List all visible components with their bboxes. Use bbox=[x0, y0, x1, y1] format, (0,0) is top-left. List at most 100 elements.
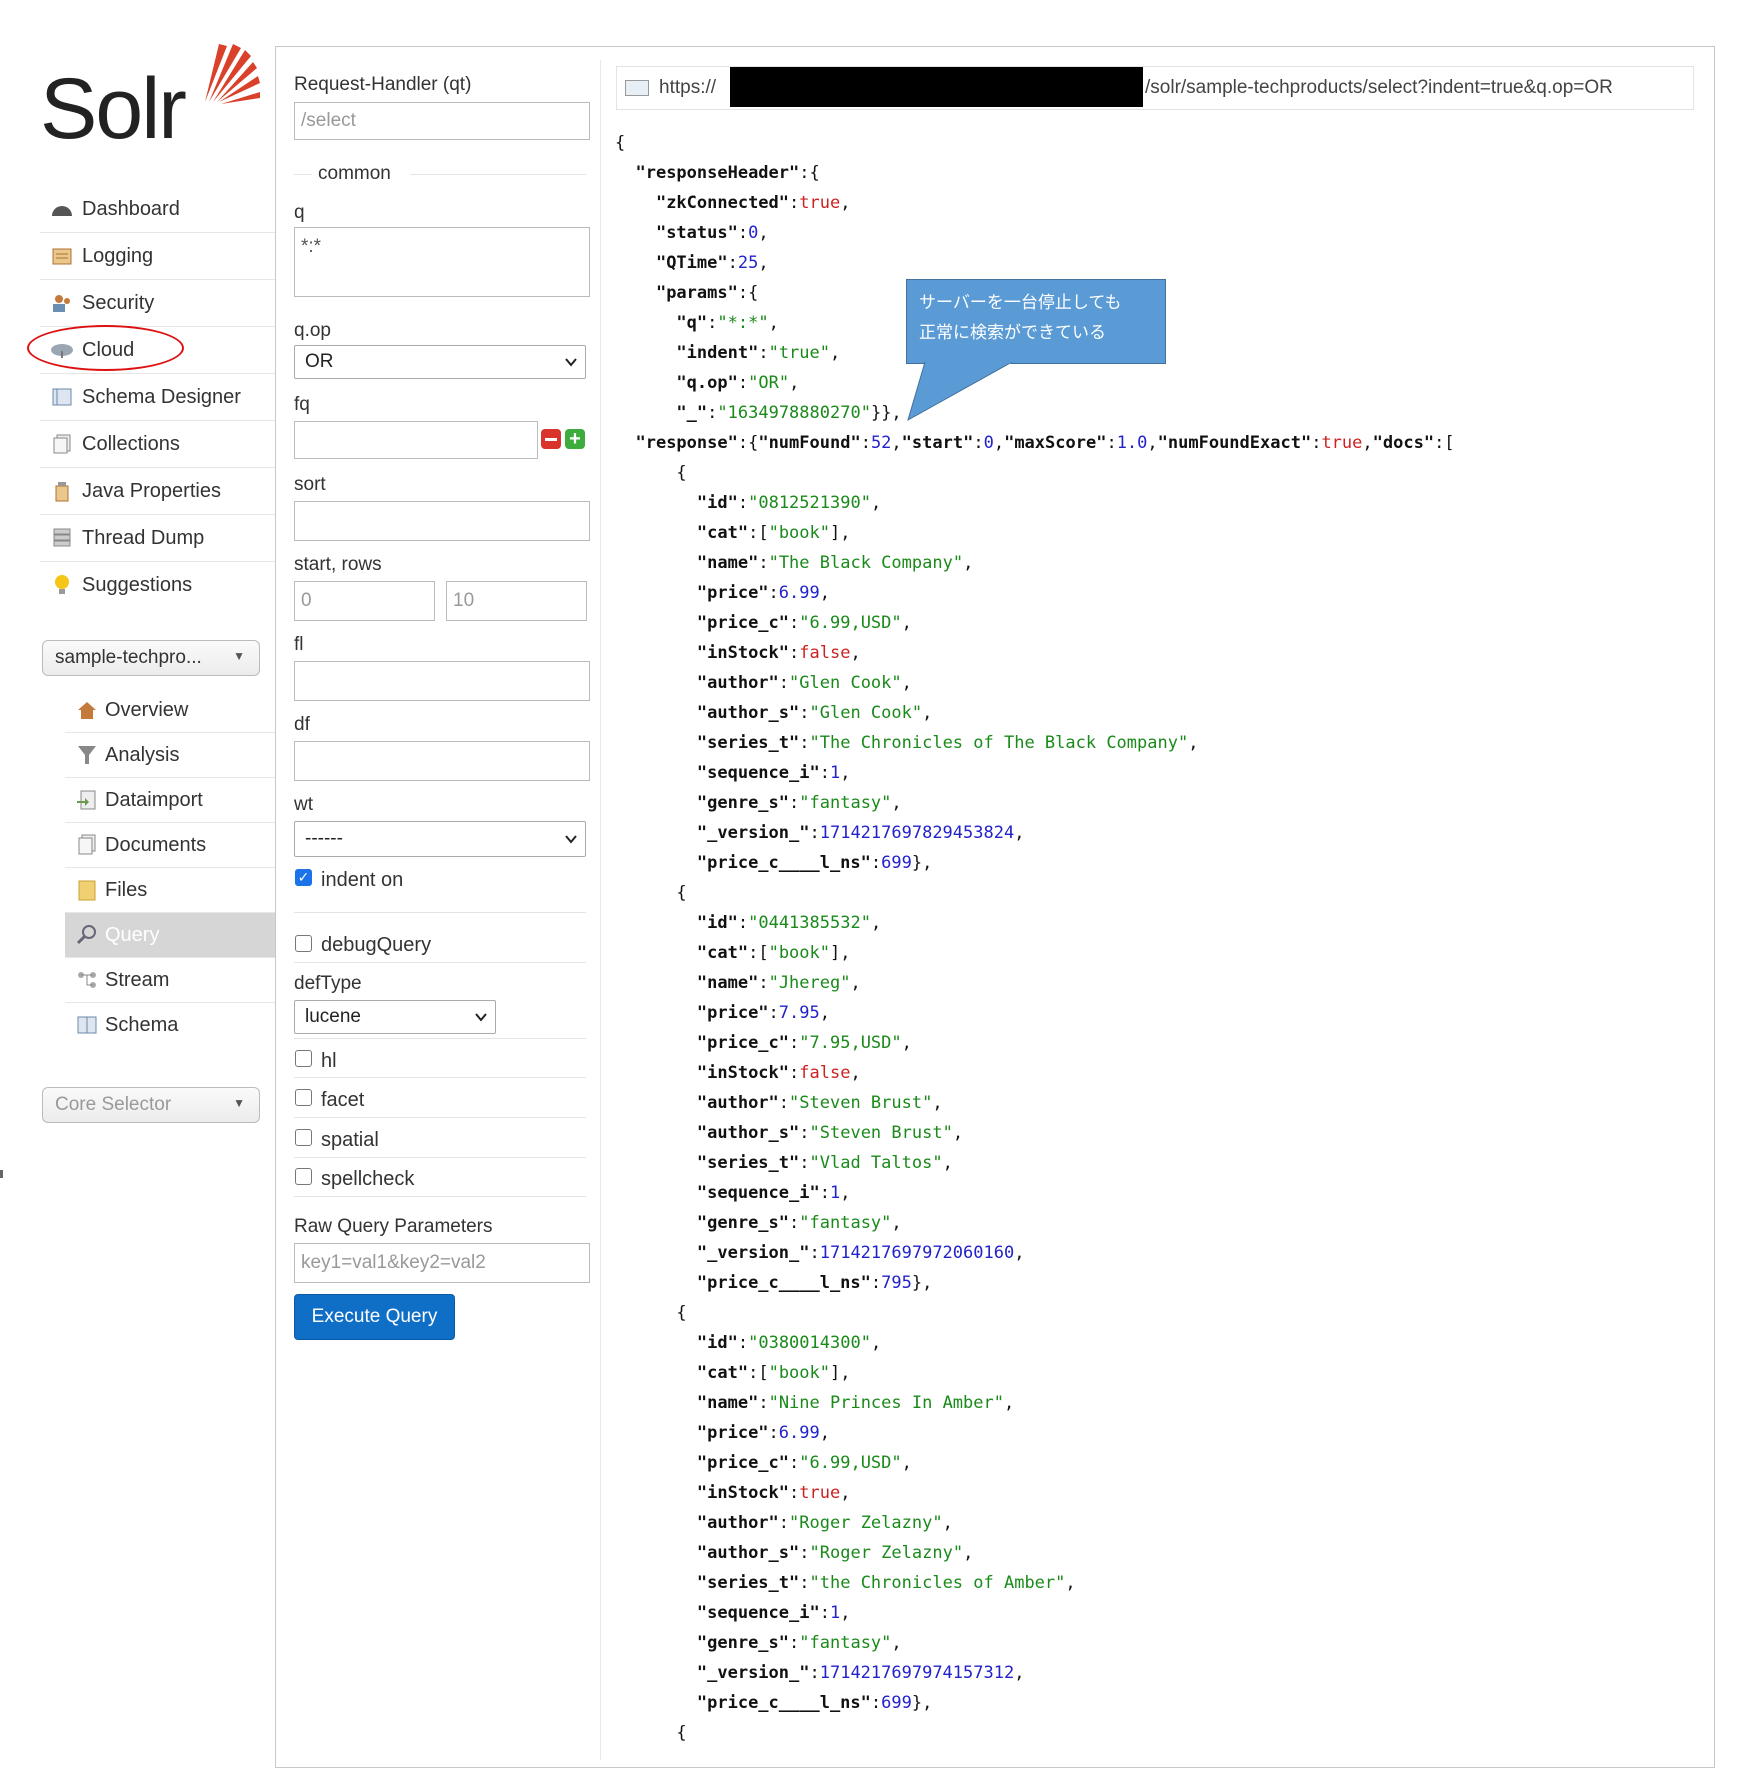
chevron-down-icon bbox=[565, 358, 577, 367]
core-item-label: Schema bbox=[105, 1013, 179, 1036]
core-item-dataimport[interactable]: Dataimport bbox=[65, 778, 275, 823]
query-url-bar[interactable]: https:// /solr/sample-techproducts/selec… bbox=[616, 66, 1694, 110]
json-line: "cat":["book"], bbox=[696, 523, 851, 543]
json-line: "author":"Steven Brust", bbox=[696, 1093, 943, 1113]
core-item-documents[interactable]: Documents bbox=[65, 823, 275, 868]
core-item-label: Overview bbox=[105, 698, 189, 721]
df-input[interactable] bbox=[294, 741, 590, 781]
divider bbox=[294, 1117, 586, 1118]
nav-item-logging[interactable]: Logging bbox=[40, 233, 275, 280]
column-divider bbox=[600, 60, 601, 1760]
qop-select[interactable]: OR bbox=[294, 345, 586, 379]
chevron-down-icon bbox=[565, 835, 577, 844]
wt-select[interactable]: ------ bbox=[294, 821, 586, 857]
json-line: { bbox=[615, 1723, 687, 1743]
core-item-label: Dataimport bbox=[105, 788, 203, 811]
core-item-files[interactable]: Files bbox=[65, 868, 275, 913]
json-line: "price_c____l_ns":699}, bbox=[696, 853, 933, 873]
deftype-value: lucene bbox=[305, 1006, 361, 1027]
core-item-query[interactable]: Query bbox=[65, 913, 275, 958]
fq-input[interactable] bbox=[294, 421, 538, 459]
logging-icon bbox=[50, 244, 74, 268]
java-properties-icon bbox=[50, 479, 74, 503]
hl-checkbox[interactable] bbox=[295, 1050, 312, 1067]
deftype-select[interactable]: lucene bbox=[294, 1000, 496, 1034]
callout-line-2: 正常に検索ができている bbox=[919, 323, 1106, 342]
json-line: "inStock":false, bbox=[696, 643, 861, 663]
raw-params-label: Raw Query Parameters bbox=[294, 1216, 493, 1237]
callout-pointer bbox=[907, 362, 1014, 422]
start-input[interactable]: 0 bbox=[294, 581, 435, 621]
json-line: "author":"Glen Cook", bbox=[696, 673, 912, 693]
nav-item-security[interactable]: Security bbox=[40, 280, 275, 327]
nav-item-java-properties[interactable]: Java Properties bbox=[40, 468, 275, 515]
fieldset-line bbox=[294, 174, 312, 175]
nav-item-schema-designer[interactable]: Schema Designer bbox=[40, 374, 275, 421]
q-textarea[interactable]: *:* bbox=[294, 227, 590, 297]
json-line: "id":"0441385532", bbox=[696, 913, 882, 933]
documents-icon bbox=[75, 833, 99, 857]
json-line: "response":{"numFound":52,"start":0,"max… bbox=[635, 433, 1455, 453]
core-item-analysis[interactable]: Analysis bbox=[65, 733, 275, 778]
json-line: "zkConnected":true, bbox=[655, 193, 851, 213]
solr-logo[interactable]: Solr bbox=[40, 40, 260, 160]
start-rows-label: start, rows bbox=[294, 554, 382, 575]
files-icon bbox=[75, 878, 99, 902]
json-line: "inStock":false, bbox=[696, 1063, 861, 1083]
debugquery-checkbox[interactable] bbox=[295, 935, 312, 952]
indent-label: indent on bbox=[321, 869, 404, 891]
request-handler-input[interactable]: /select bbox=[294, 102, 590, 140]
url-icon bbox=[625, 80, 649, 96]
nav-item-dashboard[interactable]: Dashboard bbox=[40, 186, 275, 233]
raw-params-input[interactable]: key1=val1&key2=val2 bbox=[294, 1243, 590, 1283]
spellcheck-label: spellcheck bbox=[321, 1168, 415, 1190]
nav-item-thread-dump[interactable]: Thread Dump bbox=[40, 515, 275, 562]
nav-label: Thread Dump bbox=[82, 526, 205, 549]
fl-label: fl bbox=[294, 634, 304, 655]
json-line: "_version_":1714217697829453824, bbox=[696, 823, 1025, 843]
fl-input[interactable] bbox=[294, 661, 590, 701]
json-line: "QTime":25, bbox=[655, 253, 769, 273]
spellcheck-checkbox[interactable] bbox=[295, 1168, 312, 1185]
json-line: "name":"Nine Princes In Amber", bbox=[696, 1393, 1015, 1413]
json-line: "indent":"true", bbox=[676, 343, 841, 363]
json-line: "series_t":"the Chronicles of Amber", bbox=[696, 1573, 1076, 1593]
rows-input[interactable]: 10 bbox=[446, 581, 587, 621]
overview-icon bbox=[75, 698, 99, 722]
spatial-checkbox[interactable] bbox=[295, 1129, 312, 1146]
json-line: "price_c____l_ns":795}, bbox=[696, 1273, 933, 1293]
collection-selector[interactable]: sample-techpro... ▼ bbox=[42, 640, 260, 676]
request-handler-label: Request-Handler (qt) bbox=[294, 74, 472, 95]
logo-text: Solr bbox=[40, 61, 187, 157]
add-fq-icon[interactable]: + bbox=[565, 429, 585, 449]
analysis-icon bbox=[75, 743, 99, 767]
nav-item-cloud[interactable]: Cloud bbox=[27, 325, 275, 374]
json-line: "author_s":"Steven Brust", bbox=[696, 1123, 964, 1143]
core-nav: Overview Analysis Dataimport Documents F… bbox=[65, 688, 275, 1047]
divider bbox=[294, 1196, 586, 1197]
json-line: "status":0, bbox=[655, 223, 769, 243]
core-item-overview[interactable]: Overview bbox=[65, 688, 275, 733]
sort-input[interactable] bbox=[294, 501, 590, 541]
json-line: "responseHeader":{ bbox=[635, 163, 820, 183]
nav-item-suggestions[interactable]: Suggestions bbox=[40, 562, 275, 608]
json-line: "_version_":1714217697972060160, bbox=[696, 1243, 1025, 1263]
json-line: "author_s":"Roger Zelazny", bbox=[696, 1543, 974, 1563]
nav-item-collections[interactable]: Collections bbox=[40, 421, 275, 468]
core-selector[interactable]: Core Selector ▼ bbox=[42, 1087, 260, 1123]
json-line: { bbox=[615, 133, 626, 153]
security-icon bbox=[50, 291, 74, 315]
facet-checkbox[interactable] bbox=[295, 1089, 312, 1106]
qop-value: OR bbox=[305, 351, 334, 372]
json-line: "cat":["book"], bbox=[696, 1363, 851, 1383]
json-line: "id":"0812521390", bbox=[696, 493, 882, 513]
core-item-stream[interactable]: Stream bbox=[65, 958, 275, 1003]
core-item-label: Documents bbox=[105, 833, 207, 856]
nav-label: Collections bbox=[82, 432, 180, 455]
hl-label: hl bbox=[321, 1050, 337, 1072]
remove-fq-icon[interactable] bbox=[541, 429, 561, 449]
execute-query-button[interactable]: Execute Query bbox=[294, 1294, 455, 1340]
highlight-circle bbox=[27, 325, 184, 371]
core-item-schema[interactable]: Schema bbox=[65, 1003, 275, 1047]
indent-checkbox[interactable]: ✓ bbox=[295, 869, 312, 886]
